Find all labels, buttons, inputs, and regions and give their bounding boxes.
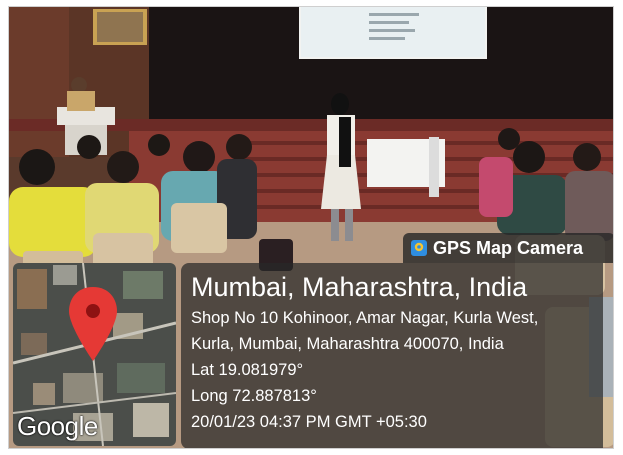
latitude: Lat 19.081979° — [191, 361, 304, 379]
location-info-panel: Mumbai, Maharashtra, India Shop No 10 Ko… — [181, 263, 603, 448]
address-line-1: Shop No 10 Kohinoor, Amar Nagar, Kurla W… — [191, 309, 539, 327]
gps-map-camera-badge: GPS Map Camera — [403, 233, 613, 263]
timestamp: 20/01/23 04:37 PM GMT +05:30 — [191, 413, 427, 431]
map-attribution: Google — [17, 411, 98, 441]
longitude: Long 72.887813° — [191, 387, 317, 405]
location-city: Mumbai, Maharashtra, India — [191, 272, 528, 302]
gps-camera-icon — [411, 240, 427, 256]
photo-frame: GPS Map Camera Mumbai, Maharashtra, Indi… — [8, 6, 614, 449]
satellite-map-thumbnail: Google — [13, 263, 176, 446]
address-line-2: Kurla, Mumbai, Maharashtra 400070, India — [191, 335, 504, 353]
badge-title: GPS Map Camera — [433, 237, 584, 258]
